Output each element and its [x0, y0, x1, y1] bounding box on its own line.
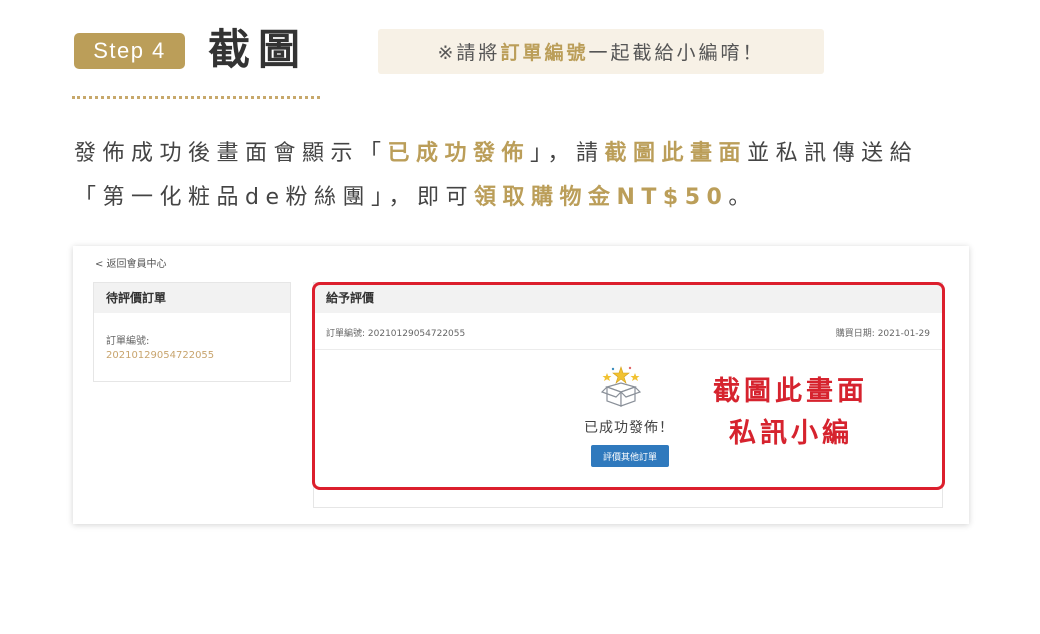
page-title: 截圖: [208, 25, 309, 74]
order-number-link[interactable]: 20210129054722055: [106, 350, 214, 361]
desc-text: 並私訊傳送給: [747, 141, 919, 166]
overlay-text-message: 私訊小編: [729, 418, 853, 449]
desc-text: 」，請: [530, 141, 605, 166]
step-badge: Step 4: [74, 33, 185, 69]
sidebar-title: 待評價訂單: [94, 283, 290, 313]
desc-highlight: 領取購物金NT$50: [474, 185, 729, 210]
desc-text: 發佈成功後畫面會顯示「: [74, 141, 388, 166]
desc-text: 「第一化粧品de粉絲團」，即可: [74, 185, 475, 210]
order-number-label: 訂單編號:: [106, 336, 150, 347]
note-prefix: ※請將: [437, 42, 501, 64]
overlay-text-screenshot: 截圖此畫面: [713, 376, 868, 407]
description-line-1: 發佈成功後畫面會顯示「已成功發佈」，請截圖此畫面並私訊傳送給: [74, 139, 918, 169]
back-to-member-center-link[interactable]: < 返回會員中心: [95, 255, 167, 270]
desc-text: 。: [728, 185, 757, 210]
note-box: ※請將 訂單編號 一起截給小編唷！: [378, 29, 824, 74]
note-suffix: 一起截給小編唷！: [588, 42, 765, 64]
desc-highlight: 截圖此畫面: [604, 141, 748, 166]
desc-highlight: 已成功發佈: [387, 141, 531, 166]
pending-review-sidebar: 待評價訂單 訂單編號: 20210129054722055: [93, 282, 291, 382]
note-highlight: 訂單編號: [500, 42, 589, 64]
description-line-2: 「第一化粧品de粉絲團」，即可領取購物金NT$50。: [74, 183, 757, 213]
dotted-divider: [72, 96, 320, 99]
